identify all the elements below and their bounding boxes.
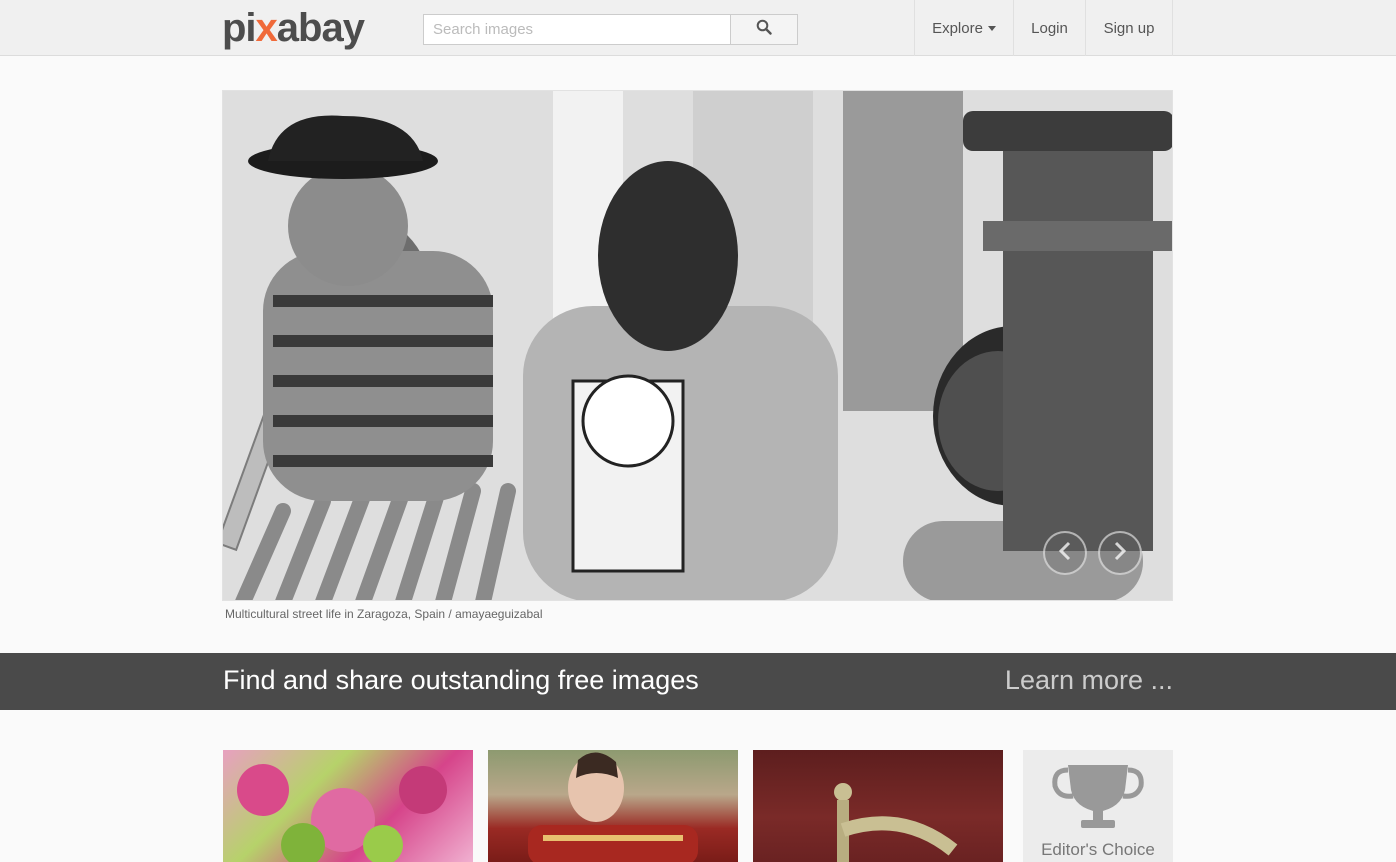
signup-link[interactable]: Sign up bbox=[1086, 0, 1173, 56]
slider-next-button[interactable] bbox=[1098, 531, 1142, 575]
search-form bbox=[423, 14, 798, 45]
hero-image[interactable] bbox=[222, 90, 1173, 601]
chevron-down-icon bbox=[987, 25, 996, 31]
dancer-illustration bbox=[528, 752, 698, 862]
logo-text-end: abay bbox=[276, 6, 365, 50]
editors-choice-card[interactable]: Editor's Choice bbox=[1023, 750, 1173, 862]
main-nav: Explore Login Sign up bbox=[914, 0, 1173, 56]
thumbnail-flowers[interactable] bbox=[223, 750, 473, 862]
flowers-illustration bbox=[237, 764, 447, 862]
explore-label: Explore bbox=[932, 19, 983, 37]
login-label: Login bbox=[1031, 19, 1068, 37]
editors-choice-label: Editor's Choice bbox=[1041, 840, 1155, 859]
thumbnail-dancer[interactable] bbox=[488, 750, 738, 862]
learn-more-link[interactable]: Learn more ... bbox=[1005, 665, 1173, 696]
slider-prev-button[interactable] bbox=[1043, 531, 1087, 575]
logo-text-start: pi bbox=[222, 6, 257, 50]
search-input[interactable] bbox=[423, 14, 731, 45]
tagline-banner: Find and share outstanding free images L… bbox=[0, 653, 1396, 710]
chevron-right-icon bbox=[1113, 541, 1127, 566]
hero-photo-illustration bbox=[223, 91, 1172, 600]
explore-menu[interactable]: Explore bbox=[915, 0, 1014, 56]
pixabay-logo[interactable]: pixabay bbox=[222, 6, 365, 50]
search-icon bbox=[756, 19, 772, 40]
signup-label: Sign up bbox=[1103, 19, 1155, 37]
top-navigation-bar: pixabay Explore Login Sign up bbox=[0, 0, 1396, 56]
logo-text-x: x bbox=[255, 6, 278, 50]
search-button[interactable] bbox=[730, 14, 798, 45]
thumbnail-faucet[interactable] bbox=[753, 750, 1003, 862]
trophy-icon bbox=[1023, 765, 1173, 836]
chevron-left-icon bbox=[1058, 541, 1072, 566]
login-link[interactable]: Login bbox=[1014, 0, 1086, 56]
banner-title: Find and share outstanding free images bbox=[223, 665, 699, 695]
faucet-illustration bbox=[834, 783, 958, 862]
hero-caption[interactable]: Multicultural street life in Zaragoza, S… bbox=[225, 607, 543, 621]
